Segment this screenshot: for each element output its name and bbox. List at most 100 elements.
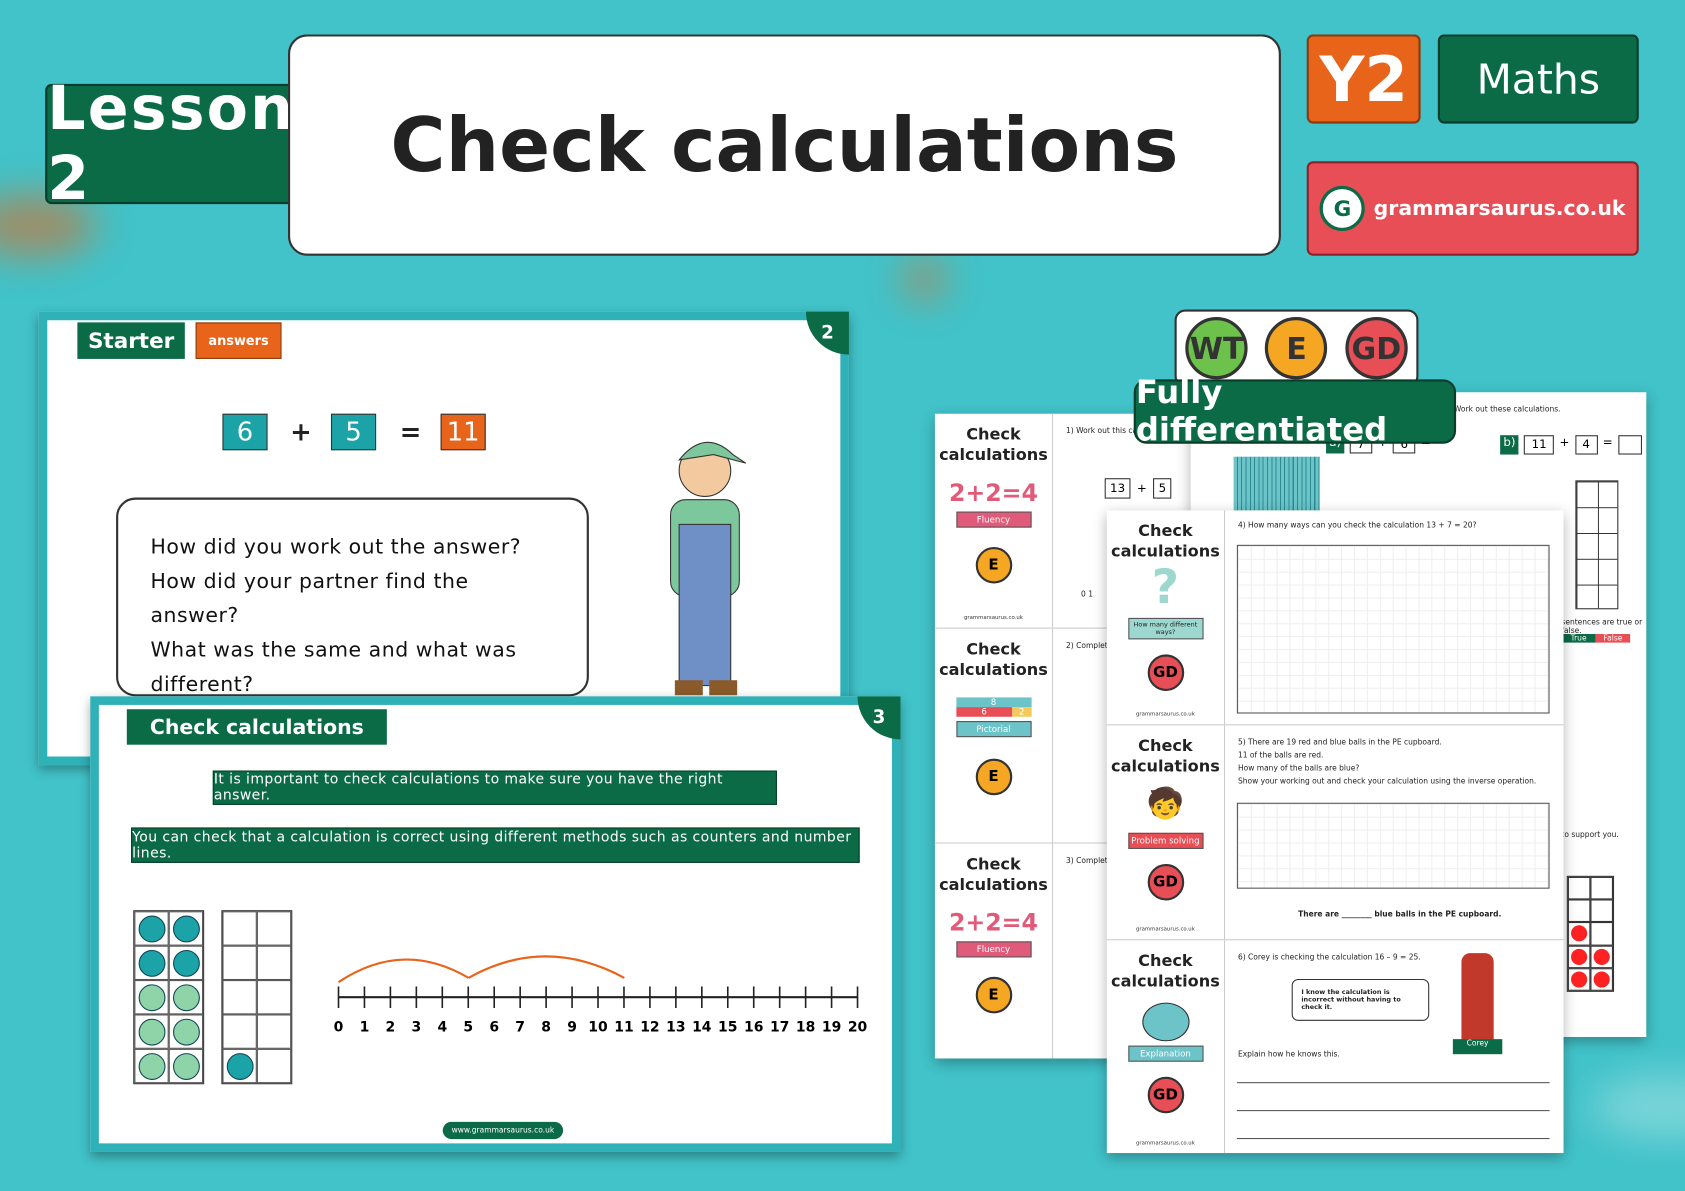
starter-tab: Starter xyxy=(77,322,185,359)
ten-frame-cell xyxy=(256,1014,292,1049)
counter xyxy=(138,915,165,942)
ten-frame-cell xyxy=(1567,967,1591,991)
tick-label: 14 xyxy=(692,1020,712,1036)
counter xyxy=(1593,971,1610,988)
row-label: Problem solving xyxy=(1127,832,1204,849)
ten-frame-cell xyxy=(1590,945,1613,968)
brand-link[interactable]: Ggrammarsaurus.co.uk xyxy=(1306,161,1639,256)
fluency-icon: 2+2=4 xyxy=(948,480,1038,508)
row-title: Check calculations xyxy=(939,639,1048,680)
ten-frame-cell xyxy=(222,1048,257,1084)
answer-line[interactable] xyxy=(1236,1082,1550,1084)
eq-box: 5 xyxy=(1153,478,1172,499)
row-title: Check calculations xyxy=(1111,521,1220,561)
tick-label: 17 xyxy=(770,1020,789,1036)
tick-label: 3 xyxy=(411,1020,421,1036)
counter xyxy=(172,1052,200,1080)
addend-box: 6 xyxy=(222,413,268,451)
tick-label: 13 xyxy=(666,1020,685,1036)
tick-label: 10 xyxy=(588,1020,608,1036)
speech-icon xyxy=(1141,1002,1190,1042)
answers-tab[interactable]: answers xyxy=(195,322,282,359)
level-badge: GD xyxy=(1147,1076,1184,1114)
ten-frame-cell xyxy=(222,1014,257,1049)
subject-badge: Maths xyxy=(1437,34,1639,124)
ten-frame-cell xyxy=(134,1014,169,1049)
working-grid[interactable] xyxy=(1236,802,1550,889)
eq-op: + xyxy=(1136,481,1147,496)
worksheet-front: Check calculations ? How many different … xyxy=(1106,510,1564,1154)
true-false-table: True False xyxy=(1561,634,1631,643)
ten-frame-cell xyxy=(168,980,204,1015)
counter xyxy=(1571,925,1588,942)
ten-frame-cell xyxy=(1590,876,1613,900)
eq-box: 4 xyxy=(1574,435,1598,455)
level-badge: E xyxy=(975,976,1012,1014)
ten-frame xyxy=(1566,875,1615,992)
speech-bubble: I know the calculation is incorrect with… xyxy=(1291,978,1430,1021)
bar-model: 862 xyxy=(955,697,1032,717)
worksheet-row: Check calculations ? How many different … xyxy=(1106,510,1564,726)
counter xyxy=(172,915,200,942)
info-banner: You can check that a calculation is corr… xyxy=(131,827,860,863)
question: 5) There are 19 red and blue balls in th… xyxy=(1238,736,1536,788)
tick-label: 7 xyxy=(515,1020,525,1036)
thinking-boy-illustration: 🧒 xyxy=(1146,785,1185,821)
ten-frame-cell xyxy=(256,980,292,1015)
ten-frame-cell xyxy=(1567,922,1591,946)
tick-label: 15 xyxy=(718,1020,737,1036)
footer: grammarsaurus.co.uk xyxy=(1135,926,1195,933)
equation-b: b) 11 +4 = xyxy=(1500,435,1642,455)
ten-frame-cell xyxy=(1567,876,1591,900)
true-header: True xyxy=(1561,634,1596,643)
footer-link[interactable]: www.grammarsaurus.co.uk xyxy=(442,1121,564,1140)
e-badge: E xyxy=(1265,317,1328,380)
answer-sentence[interactable]: There are ________ blue balls in the PE … xyxy=(1298,910,1501,919)
level-badge: E xyxy=(975,546,1012,584)
tick-label: 4 xyxy=(437,1020,447,1036)
base-ten-blocks xyxy=(1233,456,1320,511)
answer-line[interactable] xyxy=(1236,1138,1550,1140)
bubble-question: What was the same and what was different… xyxy=(150,638,517,697)
level-badge: GD xyxy=(1147,654,1184,691)
ten-frame-cell xyxy=(256,911,292,946)
answer-box xyxy=(1618,435,1642,455)
character-name: Corey xyxy=(1452,1039,1503,1055)
question: 2) Complete xyxy=(1066,641,1113,651)
bubble-question: How did you work out the answer? xyxy=(150,535,522,559)
tick-label: 2 xyxy=(386,1020,396,1036)
dinosaur-logo-icon: G xyxy=(1319,185,1366,232)
tick-label: 19 xyxy=(822,1020,841,1036)
ten-frame xyxy=(221,910,293,1085)
tick-label: 1 xyxy=(360,1020,370,1036)
ten-frame-cell xyxy=(256,1048,292,1084)
worksheet-row: Check calculations 🧒 Problem solving GD … xyxy=(1106,725,1564,941)
ten-frame-cell xyxy=(222,945,257,981)
level-badge: GD xyxy=(1147,863,1184,901)
year-badge: Y2 xyxy=(1306,34,1421,124)
ten-frame-cell xyxy=(1590,922,1613,946)
tick: 1 xyxy=(1088,589,1094,599)
page-title: Check calculations xyxy=(287,34,1281,256)
equals-sign: = xyxy=(399,416,422,448)
slide-title-tab: Check calculations xyxy=(126,709,387,745)
question: 4) How many ways can you check the calcu… xyxy=(1237,521,1477,530)
question: Work out these calculations. xyxy=(1453,405,1561,414)
jump-arc xyxy=(337,958,470,984)
working-grid[interactable] xyxy=(1236,544,1550,714)
bar-part: 2 xyxy=(1012,707,1032,717)
question-line: Show your working out and check your cal… xyxy=(1237,776,1537,786)
tick-label: 11 xyxy=(614,1020,633,1036)
tick-label: 5 xyxy=(463,1020,473,1036)
answer-line[interactable] xyxy=(1236,1110,1550,1112)
question-line: 5) There are 19 red and blue balls in th… xyxy=(1237,738,1442,747)
tick-label: 12 xyxy=(640,1020,659,1036)
ten-frame-cell xyxy=(168,911,204,946)
fluency-icon: 2+2=4 xyxy=(948,910,1038,938)
question: 3) Complete xyxy=(1066,856,1113,866)
fully-differentiated-banner: Fully differentiated xyxy=(1133,374,1457,449)
tick-label: 0 xyxy=(334,1020,344,1036)
row-label: Fluency xyxy=(955,941,1032,958)
slide-number: 3 xyxy=(857,696,901,740)
tick-label: 18 xyxy=(796,1020,815,1036)
